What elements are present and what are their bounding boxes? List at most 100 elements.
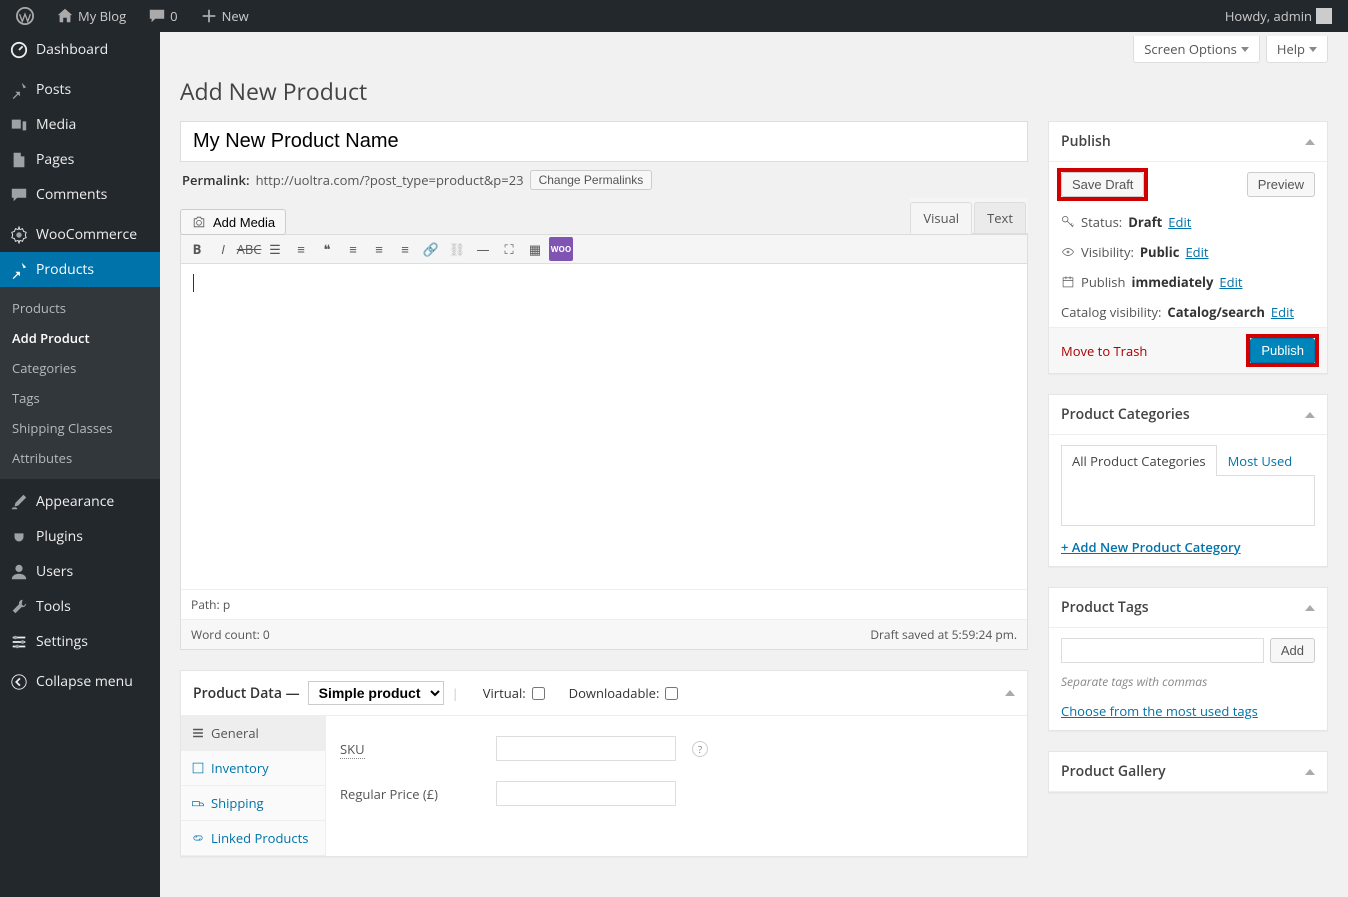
screen-options-tab[interactable]: Screen Options bbox=[1133, 36, 1260, 63]
publish-toggle[interactable] bbox=[1305, 139, 1315, 145]
collapse-menu[interactable]: Collapse menu bbox=[0, 664, 160, 699]
publish-button[interactable]: Publish bbox=[1250, 338, 1315, 363]
gear-icon bbox=[10, 226, 28, 244]
ul-button[interactable]: ☰ bbox=[263, 237, 287, 261]
calendar-icon bbox=[1061, 275, 1075, 289]
align-left-button[interactable]: ≡ bbox=[341, 237, 365, 261]
submenu-tags[interactable]: Tags bbox=[0, 383, 160, 413]
product-data-box: Product Data — Simple product | Virtual:… bbox=[180, 670, 1028, 857]
change-permalinks-button[interactable]: Change Permalinks bbox=[530, 170, 653, 190]
strike-button[interactable]: ABC bbox=[237, 237, 261, 261]
menu-comments[interactable]: Comments bbox=[0, 177, 160, 212]
categories-toggle[interactable] bbox=[1305, 412, 1315, 418]
menu-tools[interactable]: Tools bbox=[0, 589, 160, 624]
pd-tab-general[interactable]: General bbox=[181, 716, 325, 751]
menu-dashboard[interactable]: Dashboard bbox=[0, 32, 160, 67]
draft-saved-status: Draft saved at 5:59:24 pm. bbox=[870, 626, 1017, 643]
downloadable-checkbox[interactable] bbox=[665, 687, 678, 700]
move-to-trash-link[interactable]: Move to Trash bbox=[1061, 342, 1147, 360]
product-tags-box: Product Tags Add Separate tags with comm… bbox=[1048, 587, 1328, 731]
product-categories-box: Product Categories All Product Categorie… bbox=[1048, 394, 1328, 567]
word-count: Word count: 0 bbox=[191, 626, 270, 643]
user-icon bbox=[10, 563, 28, 581]
wp-logo[interactable] bbox=[8, 0, 42, 32]
unlink-button[interactable]: ⛓ bbox=[445, 237, 469, 261]
product-title-input[interactable] bbox=[180, 121, 1028, 162]
tag-input[interactable] bbox=[1061, 638, 1264, 663]
page-icon bbox=[10, 151, 28, 169]
add-media-button[interactable]: Add Media bbox=[180, 209, 286, 235]
brush-icon bbox=[10, 493, 28, 511]
choose-tags-link[interactable]: Choose from the most used tags bbox=[1061, 702, 1258, 720]
regular-price-input[interactable] bbox=[496, 781, 676, 806]
editor: B I ABC ☰ ≡ ❝ ≡ ≡ ≡ 🔗 ⛓ — ⛶ ▦ W bbox=[180, 234, 1028, 650]
text-cursor bbox=[193, 274, 1015, 292]
submenu-categories[interactable]: Categories bbox=[0, 353, 160, 383]
product-type-select[interactable]: Simple product bbox=[308, 681, 444, 705]
media-icon bbox=[10, 116, 28, 134]
category-checklist[interactable] bbox=[1061, 476, 1315, 526]
editor-toolbar: B I ABC ☰ ≡ ❝ ≡ ≡ ≡ 🔗 ⛓ — ⛶ ▦ W bbox=[181, 235, 1027, 264]
home-icon bbox=[56, 7, 74, 25]
product-data-toggle[interactable] bbox=[1005, 690, 1015, 696]
pd-tab-shipping[interactable]: Shipping bbox=[181, 786, 325, 821]
gallery-toggle[interactable] bbox=[1305, 769, 1315, 775]
align-center-button[interactable]: ≡ bbox=[367, 237, 391, 261]
product-gallery-box: Product Gallery bbox=[1048, 751, 1328, 793]
bold-button[interactable]: B bbox=[185, 237, 209, 261]
pd-tab-inventory[interactable]: Inventory bbox=[181, 751, 325, 786]
menu-users[interactable]: Users bbox=[0, 554, 160, 589]
align-right-button[interactable]: ≡ bbox=[393, 237, 417, 261]
account-howdy[interactable]: Howdy, admin bbox=[1217, 0, 1340, 32]
menu-woocommerce[interactable]: WooCommerce bbox=[0, 217, 160, 252]
menu-settings[interactable]: Settings bbox=[0, 624, 160, 659]
collapse-icon bbox=[10, 673, 28, 691]
quote-button[interactable]: ❝ bbox=[315, 237, 339, 261]
content-area: Screen Options Help Add New Product Perm… bbox=[160, 32, 1348, 897]
preview-button[interactable]: Preview bbox=[1247, 172, 1315, 197]
submenu-attributes[interactable]: Attributes bbox=[0, 443, 160, 473]
submenu-products-list[interactable]: Products bbox=[0, 293, 160, 323]
tags-toggle[interactable] bbox=[1305, 605, 1315, 611]
menu-products[interactable]: Products bbox=[0, 252, 160, 287]
toolbar-toggle-button[interactable]: ▦ bbox=[523, 237, 547, 261]
plus-icon bbox=[200, 7, 218, 25]
menu-media[interactable]: Media bbox=[0, 107, 160, 142]
italic-button[interactable]: I bbox=[211, 237, 235, 261]
virtual-checkbox[interactable] bbox=[532, 687, 545, 700]
menu-appearance[interactable]: Appearance bbox=[0, 484, 160, 519]
more-button[interactable]: — bbox=[471, 237, 495, 261]
edit-catalog-link[interactable]: Edit bbox=[1271, 303, 1294, 321]
submenu-add-product[interactable]: Add Product bbox=[0, 323, 160, 353]
permalink-url: http://uoltra.com/?post_type=product&p=2… bbox=[256, 171, 524, 189]
tag-help-text: Separate tags with commas bbox=[1061, 673, 1315, 690]
editor-tab-text[interactable]: Text bbox=[974, 202, 1026, 233]
save-draft-button[interactable]: Save Draft bbox=[1061, 172, 1144, 197]
woo-shortcode-button[interactable]: WOO bbox=[549, 237, 573, 261]
sku-input[interactable] bbox=[496, 736, 676, 761]
link-button[interactable]: 🔗 bbox=[419, 237, 443, 261]
site-home-link[interactable]: My Blog bbox=[48, 0, 134, 32]
editor-tab-visual[interactable]: Visual bbox=[910, 202, 972, 234]
add-new-category-link[interactable]: + Add New Product Category bbox=[1061, 538, 1241, 556]
submenu-shipping-classes[interactable]: Shipping Classes bbox=[0, 413, 160, 443]
menu-posts[interactable]: Posts bbox=[0, 72, 160, 107]
edit-visibility-link[interactable]: Edit bbox=[1185, 243, 1208, 261]
menu-plugins[interactable]: Plugins bbox=[0, 519, 160, 554]
editor-body[interactable] bbox=[181, 264, 1027, 589]
new-content[interactable]: New bbox=[192, 0, 257, 32]
cat-tab-all[interactable]: All Product Categories bbox=[1061, 445, 1217, 476]
pin-icon bbox=[10, 261, 28, 279]
pd-tab-linked[interactable]: Linked Products bbox=[181, 821, 325, 856]
add-tag-button[interactable]: Add bbox=[1270, 638, 1315, 663]
help-tab[interactable]: Help bbox=[1266, 36, 1328, 63]
permalink-row: Permalink: http://uoltra.com/?post_type=… bbox=[180, 162, 1028, 198]
cat-tab-most-used[interactable]: Most Used bbox=[1217, 445, 1304, 476]
edit-schedule-link[interactable]: Edit bbox=[1219, 273, 1242, 291]
comments-link[interactable]: 0 bbox=[140, 0, 185, 32]
ol-button[interactable]: ≡ bbox=[289, 237, 313, 261]
edit-status-link[interactable]: Edit bbox=[1168, 213, 1191, 231]
sku-help-icon[interactable]: ? bbox=[692, 741, 708, 757]
fullscreen-button[interactable]: ⛶ bbox=[497, 237, 521, 261]
menu-pages[interactable]: Pages bbox=[0, 142, 160, 177]
